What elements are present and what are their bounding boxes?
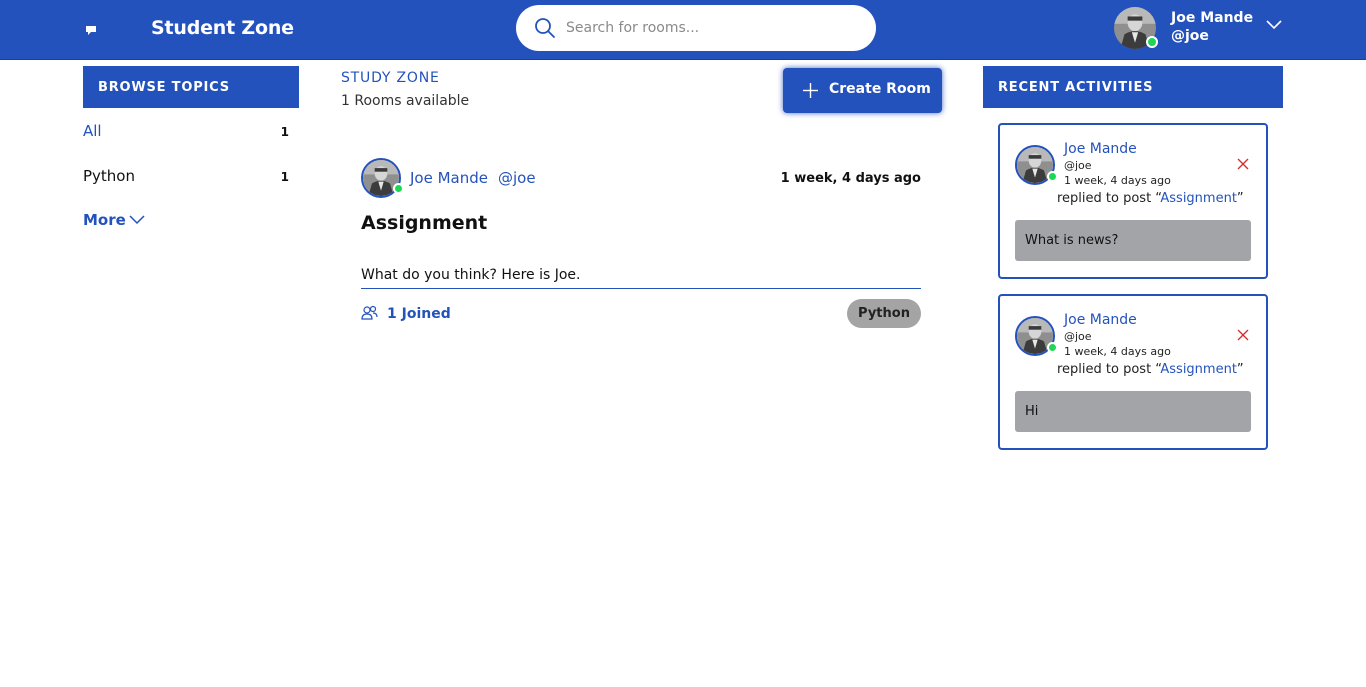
close-icon[interactable] [1237,326,1249,341]
divider [361,288,921,289]
activity-action-suffix: ” [1236,362,1244,377]
create-room-label: Create Room [829,81,931,97]
chat-bubble-icon[interactable] [84,22,98,36]
activity-user-name[interactable]: Joe Mande [1064,312,1137,328]
search-input[interactable] [566,5,856,51]
room-card: Joe Mande @joe 1 week, 4 days ago Assign… [361,158,921,333]
online-status-dot [1047,171,1058,182]
room-title[interactable]: Assignment [361,212,487,234]
activity-action-prefix: replied to post “ [1057,362,1161,377]
activity-card: Joe Mande @joe 1 week, 4 days ago replie… [998,294,1268,450]
room-description: What do you think? Here is Joe. [361,267,581,283]
page-title: STUDY ZONE [341,70,440,86]
room-host-handle[interactable]: @joe [498,169,536,187]
room-host-name[interactable]: Joe Mande [410,169,488,187]
activity-timestamp: 1 week, 4 days ago [1064,174,1171,187]
room-timestamp: 1 week, 4 days ago [780,171,921,186]
room-joined-count[interactable]: 1 Joined [387,306,451,322]
chevron-down-icon[interactable] [1265,16,1283,34]
top-navbar: Student Zone Joe Mande @joe [0,0,1366,60]
activity-action: replied to post “Assignment” [1057,191,1244,206]
browse-topics-header: BROWSE TOPICS [83,66,299,108]
users-icon [361,305,378,321]
activity-message: What is news? [1015,220,1251,261]
activity-card: Joe Mande @joe 1 week, 4 days ago replie… [998,123,1268,279]
activity-action-suffix: ” [1236,191,1244,206]
avatar[interactable] [361,158,404,198]
activity-user-handle: @joe [1064,159,1092,172]
chevron-down-icon[interactable] [129,212,145,228]
activity-post-link[interactable]: Assignment [1160,362,1237,377]
activity-timestamp: 1 week, 4 days ago [1064,345,1171,358]
activity-user-handle: @joe [1064,330,1092,343]
activity-user-name[interactable]: Joe Mande [1064,141,1137,157]
rooms-count: 1 Rooms available [341,93,470,109]
more-topics-link[interactable]: More [83,211,126,229]
online-status-dot [393,183,404,194]
activity-action: replied to post “Assignment” [1057,362,1244,377]
activity-message: Hi [1015,391,1251,432]
plus-icon [802,82,819,99]
avatar[interactable] [1015,316,1058,356]
topic-count: 1 [280,125,289,139]
online-status-dot [1146,36,1158,48]
topic-count: 1 [280,170,289,184]
online-status-dot [1047,342,1058,353]
brand-title[interactable]: Student Zone [151,17,294,39]
avatar[interactable] [1015,145,1058,185]
search-icon [534,17,556,39]
topic-label: Python [83,167,135,185]
recent-activities-header: RECENT ACTIVITIES [983,66,1283,108]
activity-action-prefix: replied to post “ [1057,191,1161,206]
user-avatar[interactable] [1114,7,1158,49]
activity-post-link[interactable]: Assignment [1160,191,1237,206]
topic-label: All [83,122,102,140]
user-handle[interactable]: @joe [1171,28,1209,44]
close-icon[interactable] [1237,155,1249,170]
create-room-button[interactable]: Create Room [783,68,942,113]
search-bar[interactable] [516,5,876,51]
user-name[interactable]: Joe Mande [1171,10,1253,26]
room-topic-tag[interactable]: Python [847,299,921,328]
